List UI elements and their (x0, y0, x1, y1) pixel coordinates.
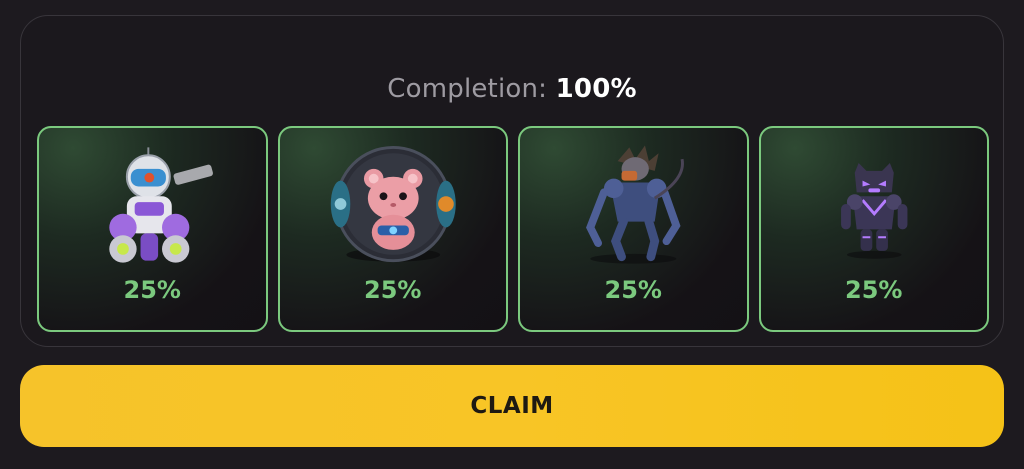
completion-panel: Completion: 100% 25% 25% 25% 25% (20, 15, 1004, 347)
character-card-1: 25% (37, 126, 268, 332)
panther-hero-icon (840, 163, 907, 259)
hamster-ball-icon (330, 145, 456, 263)
completion-value: 100% (555, 74, 637, 104)
completion-label: Completion: (387, 74, 548, 104)
monster-creature-icon (586, 145, 684, 264)
completion-header: Completion: 100% (21, 74, 1003, 104)
claim-button[interactable]: CLAIM (20, 365, 1004, 447)
card-percent: 25% (364, 276, 422, 304)
card-percent: 25% (604, 276, 662, 304)
robot-mech-icon (109, 147, 213, 263)
character-cards: 25% 25% 25% 25% (37, 126, 989, 332)
card-percent: 25% (123, 276, 181, 304)
character-card-3: 25% (518, 126, 749, 332)
character-card-2: 25% (277, 126, 508, 332)
character-card-4: 25% (758, 126, 989, 332)
card-percent: 25% (845, 276, 903, 304)
